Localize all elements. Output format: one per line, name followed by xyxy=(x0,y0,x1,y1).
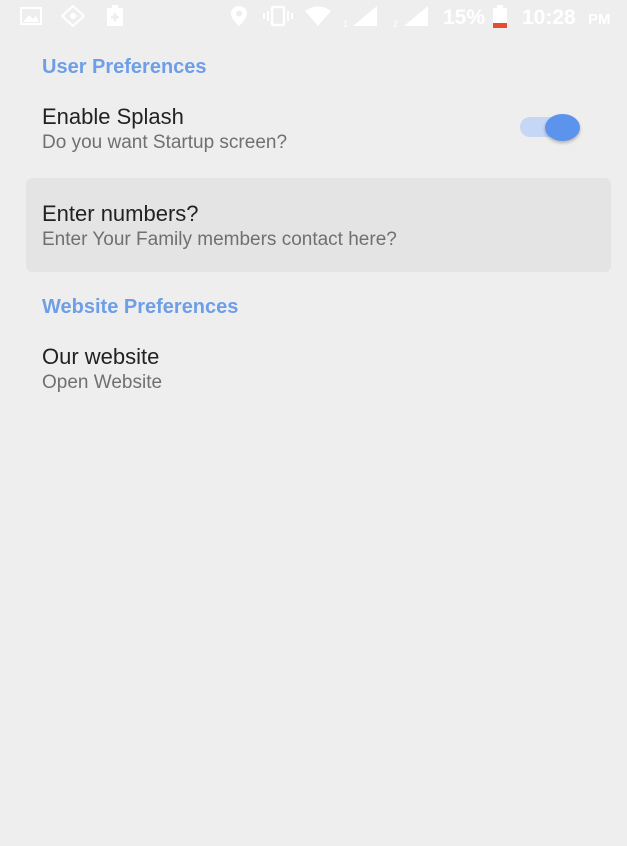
signal-sim2-icon xyxy=(403,5,429,32)
wifi-icon xyxy=(304,5,332,32)
category-website-preferences: Website Preferences xyxy=(42,296,239,318)
splash-switch-thumb[interactable] xyxy=(545,114,580,141)
battery-saver-notification-icon xyxy=(105,5,125,32)
clock: 10:28 xyxy=(522,6,576,29)
sim2-label: 2 xyxy=(393,19,399,29)
sim1-label: 1 xyxy=(343,19,349,29)
pref-our-website-summary: Open Website xyxy=(42,372,163,393)
pref-enable-splash-summary: Do you want Startup screen? xyxy=(42,132,288,153)
battery-percent: 15% xyxy=(443,6,486,29)
pref-our-website-title: Our website xyxy=(42,344,160,369)
signal-sim1-icon xyxy=(352,5,378,32)
pref-enter-numbers-title: Enter numbers? xyxy=(42,201,199,226)
status-bar: 1 2 15% 10:28 PM xyxy=(0,0,627,34)
location-icon xyxy=(229,5,249,32)
vibrate-icon xyxy=(262,5,294,32)
pref-enter-numbers[interactable]: Enter numbers? Enter Your Family members… xyxy=(0,178,627,272)
pref-our-website[interactable]: Our website Open Website xyxy=(0,332,627,402)
image-notification-icon xyxy=(20,5,42,32)
category-user-preferences: User Preferences xyxy=(42,56,207,78)
battery-icon xyxy=(492,5,508,34)
sync-notification-icon xyxy=(60,4,86,32)
clock-ampm: PM xyxy=(588,11,611,28)
pref-enter-numbers-summary: Enter Your Family members contact here? xyxy=(42,229,397,250)
pref-enable-splash-title: Enable Splash xyxy=(42,104,184,129)
